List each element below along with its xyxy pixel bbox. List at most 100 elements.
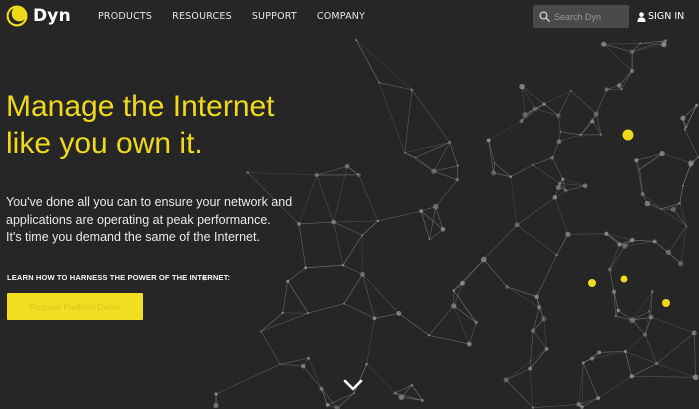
network-link xyxy=(336,392,355,409)
network-link xyxy=(343,303,375,319)
network-link xyxy=(333,222,344,266)
network-link xyxy=(394,384,413,394)
network-node xyxy=(304,266,308,270)
network-node xyxy=(509,175,513,179)
network-link xyxy=(260,312,283,332)
network-node xyxy=(629,68,635,74)
network-node xyxy=(307,356,311,360)
network-link xyxy=(429,206,436,240)
network-node xyxy=(213,402,219,409)
network-node xyxy=(314,173,319,177)
user-icon xyxy=(637,11,646,22)
network-node xyxy=(596,396,601,401)
network-node xyxy=(581,361,585,365)
network-link xyxy=(529,348,547,369)
network-highlight-node xyxy=(662,299,670,307)
network-node xyxy=(361,234,364,237)
chevron-down-icon xyxy=(343,379,363,391)
network-node xyxy=(541,316,547,322)
network-node xyxy=(550,155,555,160)
network-node xyxy=(638,168,641,170)
network-link xyxy=(680,226,687,264)
network-link xyxy=(355,39,413,91)
network-node xyxy=(307,312,310,315)
nav-item-products[interactable]: PRODUCTS xyxy=(98,11,152,22)
network-node xyxy=(683,128,687,131)
dyn-logo[interactable]: Dyn xyxy=(6,5,71,27)
network-node xyxy=(556,113,561,118)
network-node xyxy=(440,227,446,232)
network-link xyxy=(420,210,430,240)
nav-item-support[interactable]: SUPPORT xyxy=(252,11,297,22)
scroll-down-button[interactable] xyxy=(341,377,365,393)
network-node xyxy=(644,200,651,207)
nav-item-company[interactable]: COMPANY xyxy=(317,11,365,22)
headline-line-2: like you own it. xyxy=(6,127,203,160)
network-link xyxy=(342,235,363,266)
network-node xyxy=(528,366,533,371)
network-node xyxy=(604,87,609,92)
network-node xyxy=(410,88,414,92)
network-link xyxy=(404,142,450,153)
network-node xyxy=(650,290,654,294)
network-link xyxy=(679,203,687,227)
network-link xyxy=(287,267,306,282)
network-node xyxy=(356,172,361,177)
network-node xyxy=(630,237,635,243)
hero-headline: Manage the Internet like you own it. xyxy=(6,88,275,162)
search-input[interactable] xyxy=(554,11,624,22)
nav-item-resources[interactable]: RESOURCES xyxy=(172,11,232,22)
network-link xyxy=(625,351,632,377)
network-node xyxy=(421,399,424,402)
network-node xyxy=(522,112,528,118)
network-link xyxy=(631,376,696,378)
network-link xyxy=(260,312,309,332)
network-link xyxy=(327,392,355,406)
network-link xyxy=(521,86,545,105)
network-node xyxy=(542,102,546,106)
network-node xyxy=(455,177,460,182)
network-link xyxy=(415,142,450,158)
network-node xyxy=(629,49,635,55)
network-link xyxy=(582,362,599,399)
network-node xyxy=(505,284,510,289)
network-link xyxy=(298,223,306,268)
network-node xyxy=(376,219,380,223)
network-link xyxy=(488,120,522,141)
network-link xyxy=(543,90,572,105)
network-node xyxy=(448,140,452,145)
network-node xyxy=(325,403,330,407)
network-node xyxy=(590,119,595,124)
network-link xyxy=(534,108,559,116)
network-node xyxy=(519,83,525,90)
network-link xyxy=(558,90,572,116)
network-link xyxy=(529,330,534,369)
network-node xyxy=(419,208,424,213)
request-demo-button[interactable]: Request Platform Demo xyxy=(7,293,143,320)
network-node xyxy=(597,350,602,355)
network-link xyxy=(433,165,458,172)
cta-heading: LEARN HOW TO HARNESS THE POWER OF THE IN… xyxy=(7,273,231,282)
network-node xyxy=(670,206,676,213)
network-node xyxy=(410,383,414,387)
network-link xyxy=(510,164,533,177)
network-link xyxy=(570,90,597,115)
network-node xyxy=(614,315,617,318)
network-link xyxy=(362,220,379,236)
network-node xyxy=(559,130,562,133)
top-navigation: Dyn PRODUCTS RESOURCES SUPPORT COMPANY S… xyxy=(0,0,699,34)
network-node xyxy=(695,103,699,107)
network-node xyxy=(593,111,599,117)
network-node xyxy=(634,158,639,163)
network-link xyxy=(650,316,695,334)
network-link xyxy=(298,174,317,225)
network-node xyxy=(493,162,496,164)
network-link xyxy=(632,239,655,242)
network-node xyxy=(491,170,497,176)
search-box[interactable] xyxy=(533,5,629,28)
network-node xyxy=(259,330,263,333)
network-node xyxy=(648,310,651,313)
sign-in-link[interactable]: SIGN IN xyxy=(637,11,684,22)
network-link xyxy=(453,290,477,323)
network-node xyxy=(503,377,509,383)
